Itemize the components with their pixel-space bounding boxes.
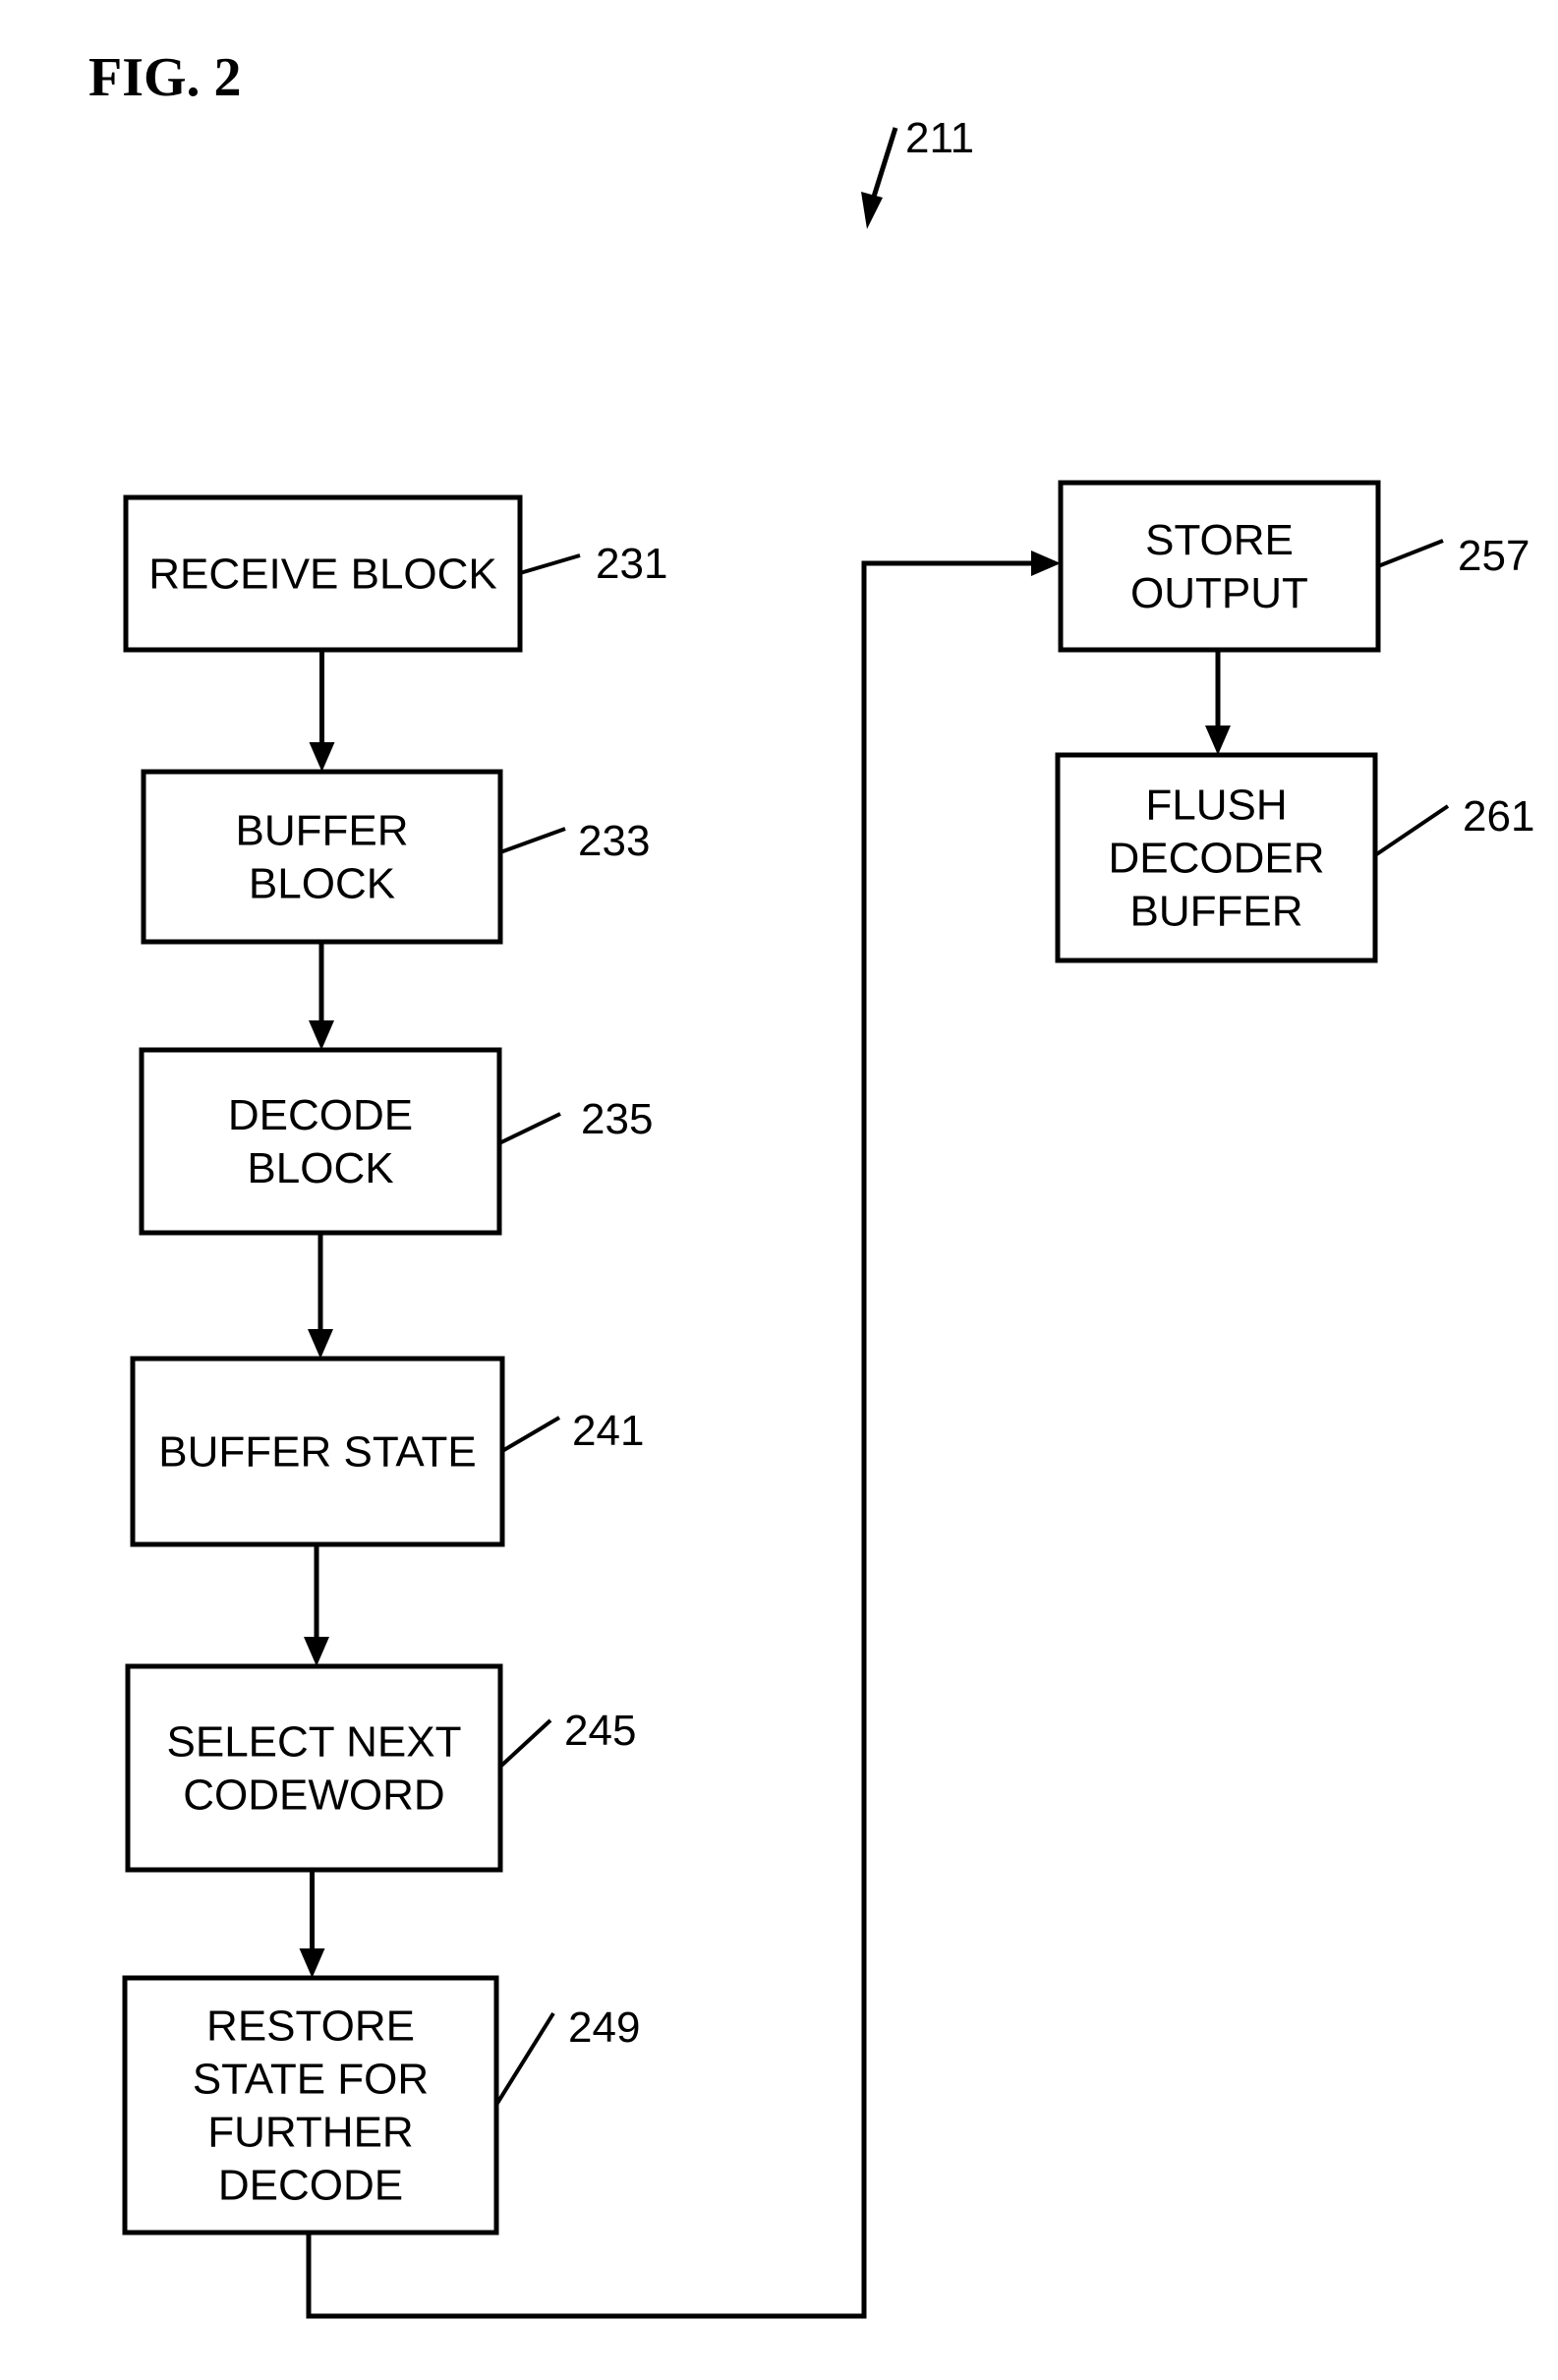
step-reference-number: 257 (1458, 532, 1529, 580)
step-233: BUFFER BLOCK 233 (141, 769, 650, 945)
step-box (125, 1663, 503, 1873)
arrowhead-icon (304, 1637, 329, 1666)
connector-235-241 (308, 1233, 333, 1359)
step-label-line: BUFFER (236, 807, 409, 855)
step-257: STORE OUTPUT 257 (1058, 480, 1529, 653)
step-label-line: RECEIVE BLOCK (148, 551, 497, 599)
step-reference-number: 249 (568, 2003, 640, 2052)
step-box (141, 769, 503, 945)
step-box (139, 1047, 502, 1236)
step-label-line: STORE (1145, 516, 1294, 564)
step-261: FLUSH DECODER BUFFER 261 (1055, 752, 1534, 963)
step-reference-number: 231 (596, 540, 667, 588)
step-label-line: SELECT NEXT (167, 1718, 462, 1767)
leader-line (499, 827, 566, 854)
connector-241-245 (304, 1544, 329, 1666)
arrowhead-icon (309, 1020, 334, 1050)
leader-line (1373, 804, 1450, 857)
step-235: DECODE BLOCK 235 (139, 1047, 653, 1236)
leader-line (494, 2011, 555, 2107)
connector-257-261 (1205, 650, 1231, 755)
step-label-line: FURTHER (207, 2109, 413, 2157)
arrowhead-icon (299, 1948, 325, 1978)
step-reference-number: 235 (581, 1095, 653, 1143)
figure-reference-label: 211 (905, 114, 974, 162)
figure-reference-arrow (861, 127, 898, 229)
leader-line (1377, 539, 1444, 568)
arrowhead-icon (1205, 726, 1231, 755)
step-label-line: DECODER (1108, 835, 1324, 883)
connector-231-233 (309, 650, 335, 772)
step-label-line: FLUSH (1145, 782, 1287, 830)
arrowhead-icon (308, 1329, 333, 1359)
step-label-line: CODEWORD (183, 1771, 444, 1820)
step-label-line: BUFFER STATE (158, 1428, 477, 1477)
step-label-line: BUFFER (1130, 888, 1303, 936)
leader-line (500, 1416, 561, 1453)
step-241: BUFFER STATE 241 (130, 1356, 644, 1547)
step-reference-number: 241 (572, 1407, 644, 1455)
arrowhead-icon (309, 742, 335, 772)
step-label-line: DECODE (228, 1091, 413, 1139)
step-label-line: RESTORE (206, 2003, 415, 2051)
leader-line (519, 553, 581, 575)
step-label-line: DECODE (218, 2162, 403, 2210)
step-reference-number: 245 (564, 1707, 636, 1755)
step-245: SELECT NEXTCODEWORD 245 (125, 1663, 636, 1873)
arrowhead-icon (1031, 551, 1061, 576)
step-label-line: BLOCK (247, 1144, 393, 1192)
flowchart-canvas: FIG. 2 211 RECEIVE BLOCK 231 BUFFER BLOCK 23… (88, 47, 1534, 2319)
step-label-line: OUTPUT (1130, 569, 1308, 617)
step-label-line: BLOCK (249, 860, 395, 908)
step-label-line: STATE FOR (193, 2056, 429, 2104)
step-249: RESTORE STATE FOR FURTHER DECODE 249 (122, 1975, 640, 2235)
connector-233-235 (309, 942, 334, 1050)
connector-245-249 (299, 1870, 325, 1978)
leader-line (498, 1718, 552, 1769)
step-reference-number: 261 (1463, 792, 1534, 841)
figure-title: FIG. 2 (88, 47, 242, 108)
step-reference-number: 233 (578, 817, 650, 865)
arrowhead-icon (861, 192, 883, 229)
step-box (1058, 480, 1381, 653)
step-231: RECEIVE BLOCK 231 (123, 494, 667, 653)
leader-line (498, 1112, 561, 1145)
flow-steps: RECEIVE BLOCK 231 BUFFER BLOCK 233 DECODE BLOC… (122, 480, 1534, 2235)
